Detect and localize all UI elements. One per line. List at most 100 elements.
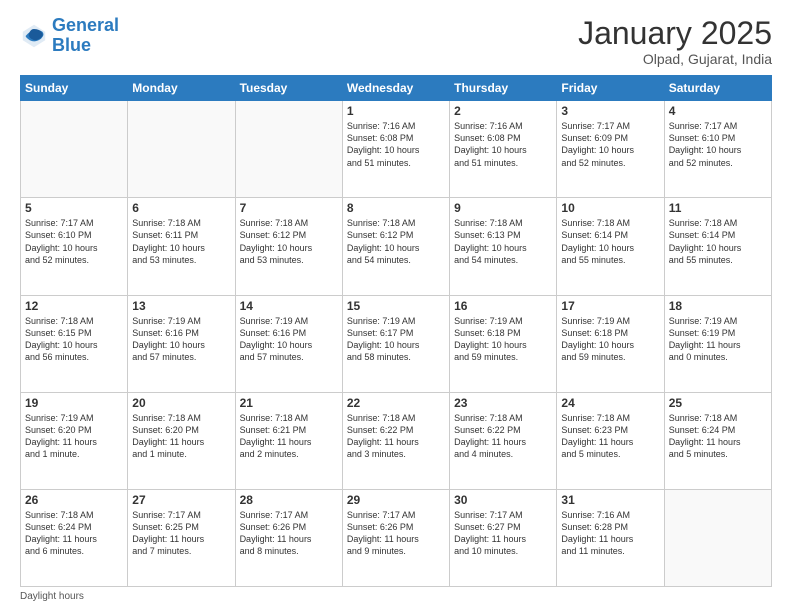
- calendar-week-4: 19 Sunrise: 7:19 AM Sunset: 6:20 PM Dayli…: [21, 392, 772, 489]
- logo-line1: General: [52, 15, 119, 35]
- table-row: 16 Sunrise: 7:19 AM Sunset: 6:18 PM Dayli…: [450, 295, 557, 392]
- col-monday: Monday: [128, 76, 235, 101]
- calendar-header-row: Sunday Monday Tuesday Wednesday Thursday…: [21, 76, 772, 101]
- day-info: Sunrise: 7:17 AM Sunset: 6:10 PM Dayligh…: [25, 217, 123, 266]
- day-info: Sunrise: 7:18 AM Sunset: 6:14 PM Dayligh…: [561, 217, 659, 266]
- day-info: Sunrise: 7:18 AM Sunset: 6:11 PM Dayligh…: [132, 217, 230, 266]
- table-row: [664, 489, 771, 586]
- table-row: 11Sunrise: 7:18 AM Sunset: 6:14 PM Dayli…: [664, 198, 771, 295]
- table-row: [235, 101, 342, 198]
- table-row: 4 Sunrise: 7:17 AM Sunset: 6:10 PM Daylig…: [664, 101, 771, 198]
- day-info: Sunrise: 7:19 AM Sunset: 6:18 PM Dayligh…: [561, 315, 659, 364]
- table-row: 9 Sunrise: 7:18 AM Sunset: 6:13 PM Daylig…: [450, 198, 557, 295]
- table-row: 28 Sunrise: 7:17 AM Sunset: 6:26 PM Dayli…: [235, 489, 342, 586]
- logo-icon: [20, 22, 48, 50]
- table-row: 3 Sunrise: 7:17 AM Sunset: 6:09 PM Daylig…: [557, 101, 664, 198]
- table-row: 21 Sunrise: 7:18 AM Sunset: 6:21 PM Dayli…: [235, 392, 342, 489]
- day-info: Sunrise: 7:19 AM Sunset: 6:18 PM Dayligh…: [454, 315, 552, 364]
- day-info: Sunrise: 7:17 AM Sunset: 6:25 PM Dayligh…: [132, 509, 230, 558]
- day-info: Sunrise: 7:18 AM Sunset: 6:12 PM Dayligh…: [347, 217, 445, 266]
- table-row: 29Sunrise: 7:17 AM Sunset: 6:26 PM Dayli…: [342, 489, 449, 586]
- day-number: 24: [561, 396, 659, 410]
- calendar-week-3: 12 Sunrise: 7:18 AM Sunset: 6:15 PM Dayli…: [21, 295, 772, 392]
- calendar-table: Sunday Monday Tuesday Wednesday Thursday…: [20, 75, 772, 587]
- day-info: Sunrise: 7:18 AM Sunset: 6:22 PM Dayligh…: [347, 412, 445, 461]
- day-info: Sunrise: 7:18 AM Sunset: 6:15 PM Dayligh…: [25, 315, 123, 364]
- day-number: 16: [454, 299, 552, 313]
- table-row: 10 Sunrise: 7:18 AM Sunset: 6:14 PM Dayli…: [557, 198, 664, 295]
- calendar-week-2: 5 Sunrise: 7:17 AM Sunset: 6:10 PM Daylig…: [21, 198, 772, 295]
- day-number: 13: [132, 299, 230, 313]
- day-number: 3: [561, 104, 659, 118]
- logo: General Blue: [20, 16, 119, 56]
- day-info: Sunrise: 7:16 AM Sunset: 6:08 PM Dayligh…: [347, 120, 445, 169]
- day-info: Sunrise: 7:17 AM Sunset: 6:26 PM Dayligh…: [240, 509, 338, 558]
- day-info: Sunrise: 7:18 AM Sunset: 6:13 PM Dayligh…: [454, 217, 552, 266]
- table-row: 18Sunrise: 7:19 AM Sunset: 6:19 PM Dayli…: [664, 295, 771, 392]
- day-info: Sunrise: 7:17 AM Sunset: 6:10 PM Dayligh…: [669, 120, 767, 169]
- logo-line2: Blue: [52, 35, 91, 55]
- day-number: 4: [669, 104, 767, 118]
- day-number: 14: [240, 299, 338, 313]
- day-number: 25: [669, 396, 767, 410]
- table-row: 27 Sunrise: 7:17 AM Sunset: 6:25 PM Dayli…: [128, 489, 235, 586]
- footer-note: Daylight hours: [20, 591, 772, 602]
- table-row: 17 Sunrise: 7:19 AM Sunset: 6:18 PM Dayli…: [557, 295, 664, 392]
- logo-text: General Blue: [52, 16, 119, 56]
- day-number: 6: [132, 201, 230, 215]
- day-number: 28: [240, 493, 338, 507]
- day-info: Sunrise: 7:19 AM Sunset: 6:16 PM Dayligh…: [240, 315, 338, 364]
- day-info: Sunrise: 7:18 AM Sunset: 6:23 PM Dayligh…: [561, 412, 659, 461]
- day-number: 15: [347, 299, 445, 313]
- table-row: 20Sunrise: 7:18 AM Sunset: 6:20 PM Dayli…: [128, 392, 235, 489]
- day-info: Sunrise: 7:19 AM Sunset: 6:20 PM Dayligh…: [25, 412, 123, 461]
- table-row: 26Sunrise: 7:18 AM Sunset: 6:24 PM Dayli…: [21, 489, 128, 586]
- day-info: Sunrise: 7:18 AM Sunset: 6:14 PM Dayligh…: [669, 217, 767, 266]
- day-number: 10: [561, 201, 659, 215]
- table-row: 23Sunrise: 7:18 AM Sunset: 6:22 PM Dayli…: [450, 392, 557, 489]
- location-subtitle: Olpad, Gujarat, India: [578, 51, 772, 67]
- day-info: Sunrise: 7:18 AM Sunset: 6:24 PM Dayligh…: [669, 412, 767, 461]
- day-number: 2: [454, 104, 552, 118]
- col-friday: Friday: [557, 76, 664, 101]
- day-info: Sunrise: 7:19 AM Sunset: 6:17 PM Dayligh…: [347, 315, 445, 364]
- month-title: January 2025: [578, 16, 772, 51]
- day-info: Sunrise: 7:17 AM Sunset: 6:09 PM Dayligh…: [561, 120, 659, 169]
- table-row: 19 Sunrise: 7:19 AM Sunset: 6:20 PM Dayli…: [21, 392, 128, 489]
- table-row: 22Sunrise: 7:18 AM Sunset: 6:22 PM Dayli…: [342, 392, 449, 489]
- day-number: 27: [132, 493, 230, 507]
- table-row: 5 Sunrise: 7:17 AM Sunset: 6:10 PM Daylig…: [21, 198, 128, 295]
- title-block: January 2025 Olpad, Gujarat, India: [578, 16, 772, 67]
- day-info: Sunrise: 7:18 AM Sunset: 6:12 PM Dayligh…: [240, 217, 338, 266]
- day-info: Sunrise: 7:16 AM Sunset: 6:28 PM Dayligh…: [561, 509, 659, 558]
- day-info: Sunrise: 7:17 AM Sunset: 6:27 PM Dayligh…: [454, 509, 552, 558]
- col-tuesday: Tuesday: [235, 76, 342, 101]
- table-row: 24 Sunrise: 7:18 AM Sunset: 6:23 PM Dayli…: [557, 392, 664, 489]
- table-row: 6 Sunrise: 7:18 AM Sunset: 6:11 PM Daylig…: [128, 198, 235, 295]
- header: General Blue January 2025 Olpad, Gujarat…: [20, 16, 772, 67]
- col-wednesday: Wednesday: [342, 76, 449, 101]
- col-thursday: Thursday: [450, 76, 557, 101]
- day-number: 17: [561, 299, 659, 313]
- table-row: 13Sunrise: 7:19 AM Sunset: 6:16 PM Dayli…: [128, 295, 235, 392]
- day-number: 21: [240, 396, 338, 410]
- day-number: 5: [25, 201, 123, 215]
- table-row: 2 Sunrise: 7:16 AM Sunset: 6:08 PM Daylig…: [450, 101, 557, 198]
- table-row: 14 Sunrise: 7:19 AM Sunset: 6:16 PM Dayli…: [235, 295, 342, 392]
- day-number: 12: [25, 299, 123, 313]
- day-info: Sunrise: 7:18 AM Sunset: 6:21 PM Dayligh…: [240, 412, 338, 461]
- col-sunday: Sunday: [21, 76, 128, 101]
- table-row: 7Sunrise: 7:18 AM Sunset: 6:12 PM Daylig…: [235, 198, 342, 295]
- day-number: 29: [347, 493, 445, 507]
- day-info: Sunrise: 7:18 AM Sunset: 6:20 PM Dayligh…: [132, 412, 230, 461]
- footer-text: Daylight hours: [20, 591, 84, 602]
- day-number: 1: [347, 104, 445, 118]
- day-info: Sunrise: 7:16 AM Sunset: 6:08 PM Dayligh…: [454, 120, 552, 169]
- table-row: 1 Sunrise: 7:16 AM Sunset: 6:08 PM Daylig…: [342, 101, 449, 198]
- day-number: 18: [669, 299, 767, 313]
- day-number: 9: [454, 201, 552, 215]
- day-number: 26: [25, 493, 123, 507]
- table-row: [128, 101, 235, 198]
- table-row: 12 Sunrise: 7:18 AM Sunset: 6:15 PM Dayli…: [21, 295, 128, 392]
- day-number: 19: [25, 396, 123, 410]
